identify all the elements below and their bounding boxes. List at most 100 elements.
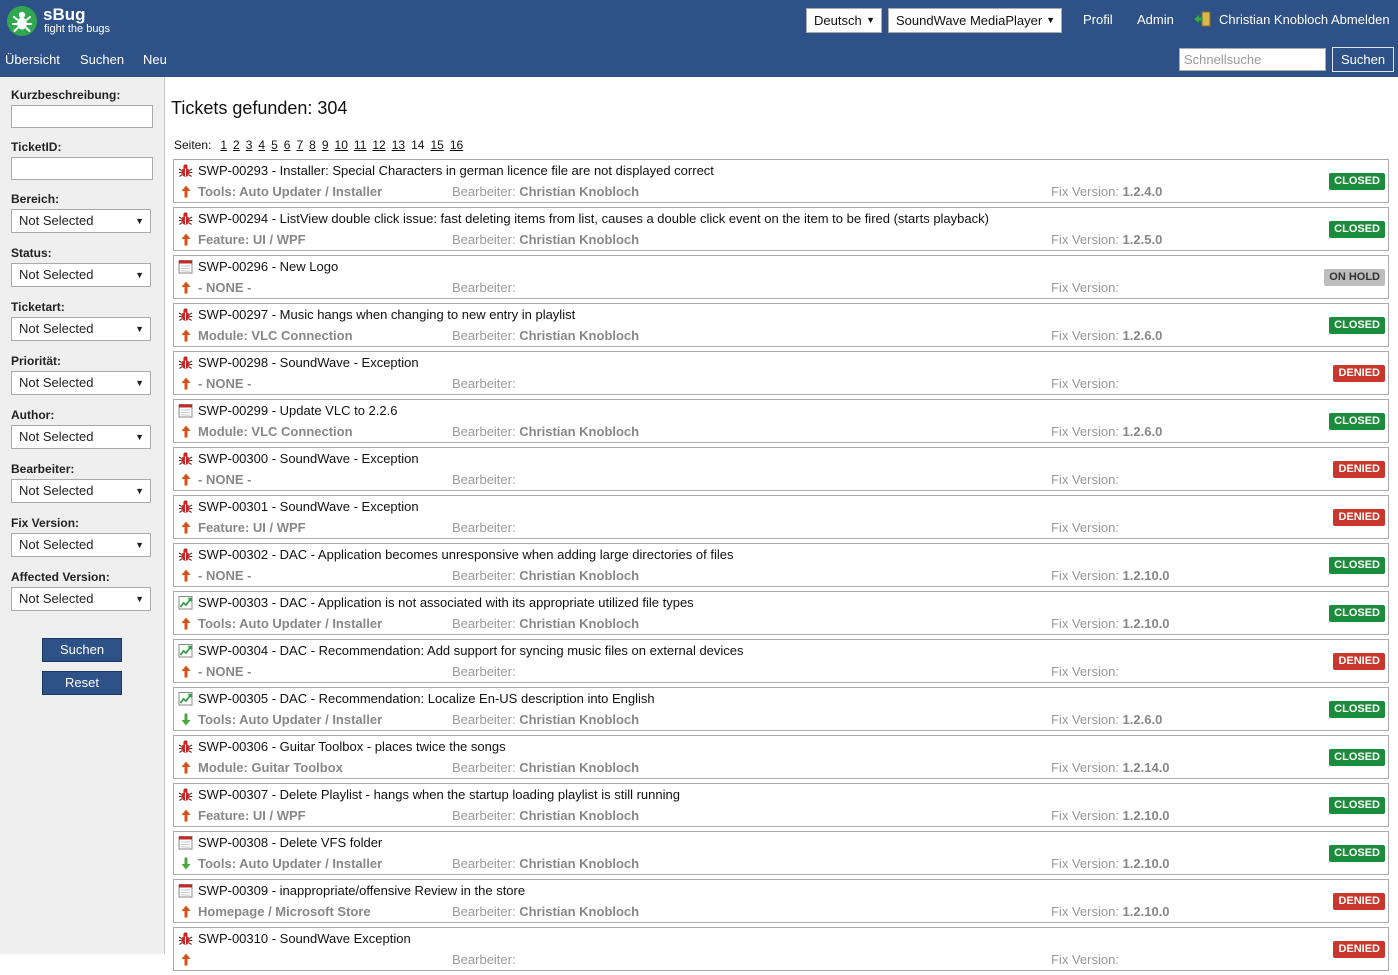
page-link[interactable]: 3	[246, 138, 253, 152]
ticket-fix-version: 1.2.14.0	[1122, 760, 1170, 775]
quick-search-input[interactable]	[1179, 48, 1326, 71]
fix-version-label: Fix Version: 1.2.10.0	[1051, 904, 1170, 919]
ticket-row[interactable]: SWP-00306 - Guitar Toolbox - places twic…	[173, 735, 1389, 779]
fix-version-label-text: Fix Version:	[1051, 184, 1119, 199]
ticket-row[interactable]: SWP-00297 - Music hangs when changing to…	[173, 303, 1389, 347]
filter-sidebar: Kurzbeschreibung: TicketID: Bereich: Not…	[0, 77, 165, 954]
filter-select-tickettype[interactable]: Not Selected ▼	[11, 317, 151, 341]
assignee-label: Bearbeiter: Christian Knobloch	[452, 328, 639, 343]
ticket-row[interactable]: SWP-00309 - inappropriate/offensive Revi…	[173, 879, 1389, 923]
page-link[interactable]: 12	[372, 138, 385, 152]
task-calendar-icon	[178, 260, 193, 274]
ticket-title-link[interactable]: SWP-00304 - DAC - Recommendation: Add su…	[198, 643, 744, 658]
ticket-title-link[interactable]: SWP-00299 - Update VLC to 2.2.6	[198, 403, 397, 418]
fix-version-label-text: Fix Version:	[1051, 520, 1119, 535]
fix-version-label: Fix Version: 1.2.10.0	[1051, 616, 1170, 631]
filter-select-status[interactable]: Not Selected ▼	[11, 263, 151, 287]
ticket-title-link[interactable]: SWP-00305 - DAC - Recommendation: Locali…	[198, 691, 655, 706]
quick-search-button[interactable]: Suchen	[1332, 47, 1394, 72]
ticket-title-link[interactable]: SWP-00307 - Delete Playlist - hangs when…	[198, 787, 680, 802]
ticket-title-link[interactable]: SWP-00310 - SoundWave Exception	[198, 931, 411, 946]
ticket-area: - NONE -	[198, 472, 252, 487]
ticket-row[interactable]: SWP-00300 - SoundWave - Exception - NONE …	[173, 447, 1389, 491]
pages-label: Seiten:	[174, 138, 212, 152]
ticket-assignee: Christian Knobloch	[519, 808, 640, 823]
ticket-row[interactable]: SWP-00305 - DAC - Recommendation: Locali…	[173, 687, 1389, 731]
filter-select-priority[interactable]: Not Selected ▼	[11, 371, 151, 395]
pagination: Seiten: 1 2 3 4 5 6 7 8 9 10 11 12 13 14 15 16	[174, 138, 469, 152]
page-link[interactable]: 4	[258, 138, 265, 152]
ticket-title-link[interactable]: SWP-00303 - DAC - Application is not ass…	[198, 595, 694, 610]
ticket-row[interactable]: SWP-00301 - SoundWave - Exception Feature…	[173, 495, 1389, 539]
status-badge: CLOSED	[1329, 605, 1385, 622]
ticket-row[interactable]: SWP-00299 - Update VLC to 2.2.6 Module: V…	[173, 399, 1389, 443]
fix-version-label: Fix Version: 1.2.4.0	[1051, 184, 1162, 199]
filter-select-assignee[interactable]: Not Selected ▼	[11, 479, 151, 503]
short-desc-input[interactable]	[11, 105, 153, 128]
ticket-title-link[interactable]: SWP-00306 - Guitar Toolbox - places twic…	[198, 739, 506, 754]
ticketid-input[interactable]	[11, 157, 153, 180]
nav-new[interactable]: Neu	[143, 52, 167, 67]
fix-version-label: Fix Version: 1.2.10.0	[1051, 856, 1170, 871]
ticket-title-link[interactable]: SWP-00301 - SoundWave - Exception	[198, 499, 419, 514]
ticket-row[interactable]: SWP-00296 - New Logo - NONE - Bearbeiter: …	[173, 255, 1389, 299]
page-link[interactable]: 9	[322, 138, 329, 152]
page-link[interactable]: 10	[335, 138, 348, 152]
page-link[interactable]: 7	[296, 138, 303, 152]
logout-icon[interactable]	[1193, 11, 1211, 27]
current-page: 14	[411, 138, 425, 152]
ticket-title-link[interactable]: SWP-00296 - New Logo	[198, 259, 338, 274]
ticket-title-link[interactable]: SWP-00308 - Delete VFS folder	[198, 835, 382, 850]
language-select[interactable]: Deutsch ▼	[806, 8, 882, 33]
fix-version-label: Fix Version:	[1051, 664, 1119, 679]
ticket-row[interactable]: SWP-00298 - SoundWave - Exception - NONE …	[173, 351, 1389, 395]
ticket-row[interactable]: SWP-00293 - Installer: Special Character…	[173, 159, 1389, 203]
nav-search[interactable]: Suchen	[80, 52, 124, 67]
ticket-row[interactable]: SWP-00294 - ListView double click issue:…	[173, 207, 1389, 251]
page-link[interactable]: 16	[450, 138, 463, 152]
ticket-title-link[interactable]: SWP-00300 - SoundWave - Exception	[198, 451, 419, 466]
status-badge: DENIED	[1333, 893, 1385, 910]
ticket-fix-version: 1.2.6.0	[1122, 712, 1163, 727]
ticket-row[interactable]: SWP-00303 - DAC - Application is not ass…	[173, 591, 1389, 635]
assignee-label: Bearbeiter:	[452, 664, 516, 679]
page-link[interactable]: 5	[271, 138, 278, 152]
page-link[interactable]: 2	[233, 138, 240, 152]
ticket-row[interactable]: SWP-00304 - DAC - Recommendation: Add su…	[173, 639, 1389, 683]
bug-icon	[178, 932, 193, 945]
filter-select-affectedversion[interactable]: Not Selected ▼	[11, 587, 151, 611]
filter-select-fixversion[interactable]: Not Selected ▼	[11, 533, 151, 557]
ticket-row[interactable]: SWP-00308 - Delete VFS folder Tools: Auto…	[173, 831, 1389, 875]
ticket-assignee: Christian Knobloch	[519, 184, 640, 199]
fix-version-label-text: Fix Version:	[1051, 376, 1119, 391]
ticket-title-link[interactable]: SWP-00309 - inappropriate/offensive Revi…	[198, 883, 525, 898]
ticket-title-link[interactable]: SWP-00297 - Music hangs when changing to…	[198, 307, 575, 322]
bug-logo-icon[interactable]	[6, 5, 38, 37]
filter-reset-button[interactable]: Reset	[42, 671, 122, 695]
admin-link[interactable]: Admin	[1137, 12, 1174, 27]
page-link[interactable]: 11	[354, 138, 366, 152]
ticket-row[interactable]: SWP-00302 - DAC - Application becomes un…	[173, 543, 1389, 587]
page-link[interactable]: 13	[392, 138, 405, 152]
page-link[interactable]: 15	[430, 138, 443, 152]
ticket-title-link[interactable]: SWP-00294 - ListView double click issue:…	[198, 211, 989, 226]
ticket-title-link[interactable]: SWP-00302 - DAC - Application becomes un…	[198, 547, 733, 562]
status-badge: ON HOLD	[1324, 269, 1385, 286]
ticket-fix-version: 1.2.10.0	[1122, 856, 1170, 871]
profile-link[interactable]: Profil	[1083, 12, 1113, 27]
filter-select-author[interactable]: Not Selected ▼	[11, 425, 151, 449]
user-logout-link[interactable]: Christian Knobloch Abmelden	[1219, 12, 1390, 27]
ticket-row[interactable]: SWP-00310 - SoundWave Exception Bearbeite…	[173, 927, 1389, 971]
page-link[interactable]: 6	[284, 138, 291, 152]
assignee-label-text: Bearbeiter:	[452, 712, 516, 727]
ticket-title-link[interactable]: SWP-00293 - Installer: Special Character…	[198, 163, 714, 178]
nav-overview[interactable]: Übersicht	[5, 52, 60, 67]
project-select[interactable]: SoundWave MediaPlayer ▼	[888, 8, 1062, 33]
ticket-title-link[interactable]: SWP-00298 - SoundWave - Exception	[198, 355, 419, 370]
ticketid-label: TicketID:	[11, 140, 62, 154]
filter-select-area[interactable]: Not Selected ▼	[11, 209, 151, 233]
filter-search-button[interactable]: Suchen	[42, 638, 122, 662]
page-link[interactable]: 1	[220, 138, 227, 152]
page-link[interactable]: 8	[309, 138, 316, 152]
ticket-row[interactable]: SWP-00307 - Delete Playlist - hangs when…	[173, 783, 1389, 827]
